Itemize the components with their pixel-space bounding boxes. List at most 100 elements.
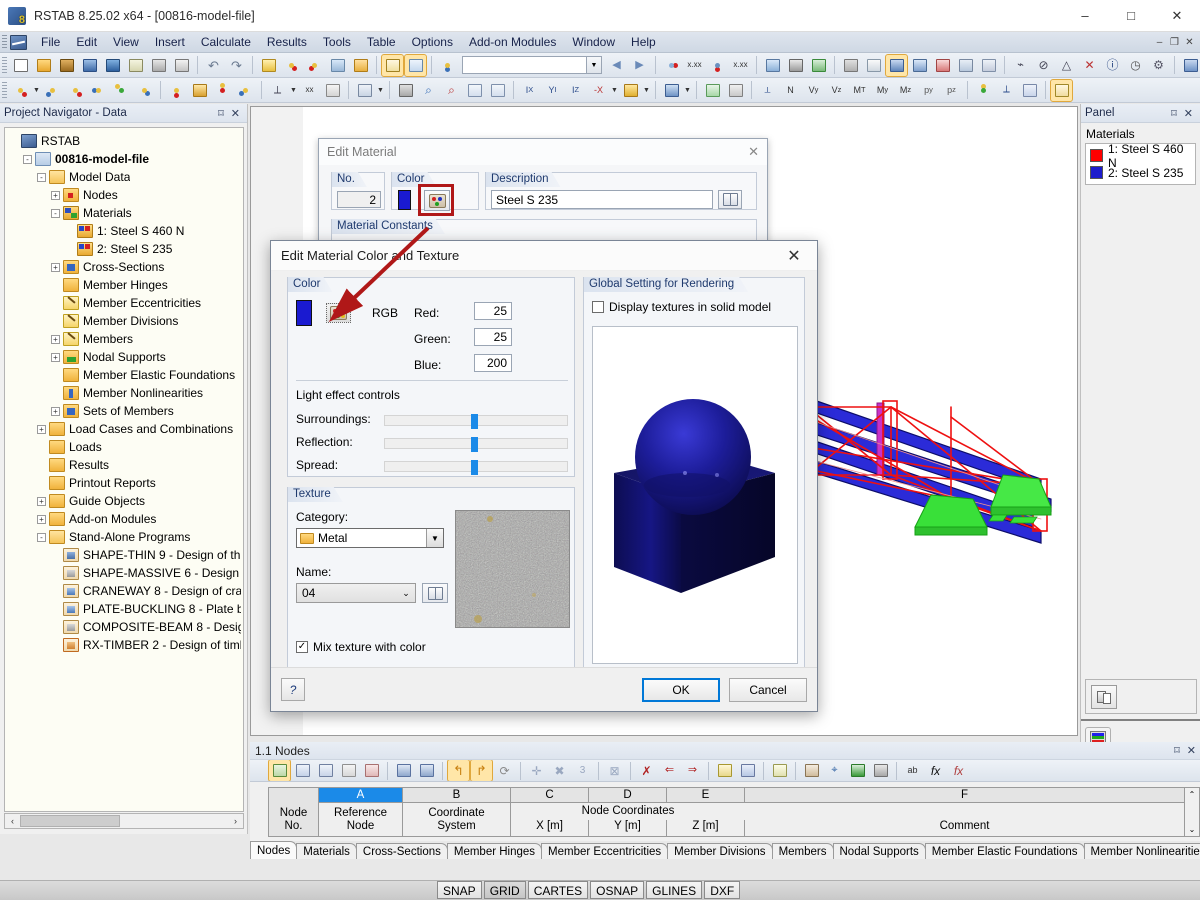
tree-item-00816-model-file[interactable]: -00816-model-file: [9, 150, 241, 168]
view-dropdown[interactable]: ▼: [610, 80, 619, 101]
menu-insert[interactable]: Insert: [147, 34, 193, 50]
table-renumber-icon[interactable]: 3: [572, 760, 593, 781]
status-button-grid[interactable]: GRID: [484, 881, 526, 899]
mdi-minimize-button[interactable]: –: [1153, 37, 1166, 48]
result-mz-icon[interactable]: Mz: [895, 80, 916, 101]
dimension-icon[interactable]: [661, 55, 682, 76]
support-reaction-icon[interactable]: ⟂: [267, 80, 288, 101]
tree-item-sets-of-members[interactable]: +Sets of Members: [9, 402, 241, 420]
table-refresh-icon[interactable]: ⟳: [494, 760, 515, 781]
table-tab-cross-sections[interactable]: Cross-Sections: [356, 843, 448, 859]
close-button[interactable]: ✕: [1154, 0, 1200, 32]
tree-item-member-hinges[interactable]: Member Hinges: [9, 276, 241, 294]
render-grid-icon[interactable]: [955, 55, 976, 76]
open-file-icon[interactable]: [33, 55, 54, 76]
new-node-icon[interactable]: [10, 80, 31, 101]
table-add-icon[interactable]: ✛: [526, 760, 547, 781]
table-edit-cell-icon[interactable]: [769, 760, 790, 781]
list-item[interactable]: 1: Steel S 460 N: [1088, 147, 1193, 164]
table-column-b[interactable]: B Coordinate System: [403, 788, 511, 836]
menu-window[interactable]: Window: [564, 34, 623, 50]
table-delete-icon[interactable]: ✗: [636, 760, 657, 781]
member-load-icon[interactable]: [189, 80, 210, 101]
tree-expander[interactable]: +: [37, 425, 46, 434]
rotate-view-icon[interactable]: [661, 80, 682, 101]
deformation-result-icon[interactable]: ⟂: [996, 80, 1017, 101]
table-tab-member-nonlinearities[interactable]: Member Nonlinearities: [1084, 843, 1200, 859]
tree-item-composite-beam-8-design[interactable]: COMPOSITE-BEAM 8 - Design: [9, 618, 241, 636]
tree-expander[interactable]: +: [51, 263, 60, 272]
result-n-icon[interactable]: N: [780, 80, 801, 101]
view-neg-x-icon[interactable]: -X: [588, 80, 609, 101]
dimension-vertical-icon[interactable]: x.xx: [684, 55, 705, 76]
measure-icon[interactable]: ⌁: [1010, 55, 1031, 76]
new-file-icon[interactable]: [10, 55, 31, 76]
tree-item-member-elastic-foundations[interactable]: Member Elastic Foundations: [9, 366, 241, 384]
spread-slider[interactable]: [384, 461, 568, 472]
column-b-letter[interactable]: B: [403, 788, 510, 803]
intersect-icon[interactable]: ✕: [1079, 55, 1100, 76]
tree-item-stand-alone-programs[interactable]: -Stand-Alone Programs: [9, 528, 241, 546]
dimension-radius-icon[interactable]: x.xx: [730, 55, 751, 76]
select-objects-icon[interactable]: [281, 55, 302, 76]
tree-item-load-cases-and-combinations[interactable]: +Load Cases and Combinations: [9, 420, 241, 438]
view-x-icon[interactable]: IX: [519, 80, 540, 101]
copy-layer-icon[interactable]: [350, 55, 371, 76]
print-preview-icon[interactable]: [171, 55, 192, 76]
table-close-icon[interactable]: ✕: [1187, 744, 1196, 757]
table-column-a[interactable]: A Reference Node: [319, 788, 403, 836]
edit-material-dialog[interactable]: Edit Material ✕ No. 2 Color Description …: [318, 138, 768, 248]
result-pz-icon[interactable]: pz: [941, 80, 962, 101]
table-delete-right-icon[interactable]: ⇒: [682, 760, 703, 781]
render-wireframe-icon[interactable]: [840, 55, 861, 76]
new-support-icon[interactable]: [111, 80, 132, 101]
view-iso-dropdown[interactable]: ▼: [642, 80, 651, 101]
table-vscrollbar[interactable]: ⌃ ⌄: [1184, 788, 1199, 836]
render-transparent-icon[interactable]: [909, 55, 930, 76]
table-tab-member-hinges[interactable]: Member Hinges: [447, 843, 542, 859]
material-library-button[interactable]: [718, 190, 742, 209]
tree-expander[interactable]: +: [51, 407, 60, 416]
table-remove-icon[interactable]: ✖: [549, 760, 570, 781]
menu-options[interactable]: Options: [404, 34, 461, 50]
zoom-in-icon[interactable]: ⌕: [418, 80, 439, 101]
tree-item-shape-massive-6-design-of[interactable]: SHAPE-MASSIVE 6 - Design of: [9, 564, 241, 582]
table-tab-nodal-supports[interactable]: Nodal Supports: [833, 843, 926, 859]
grid-view-icon[interactable]: [405, 55, 426, 76]
generate-icon[interactable]: [354, 80, 375, 101]
table-ab-icon[interactable]: ab: [902, 760, 923, 781]
menu-view[interactable]: View: [105, 34, 147, 50]
panel-pin-icon[interactable]: ⌑: [1171, 107, 1177, 120]
material-color-preview[interactable]: [398, 190, 411, 210]
table-filter-icon[interactable]: [338, 760, 359, 781]
tree-item-guide-objects[interactable]: +Guide Objects: [9, 492, 241, 510]
support-reaction-dropdown[interactable]: ▼: [289, 80, 298, 101]
display-navigator-icon[interactable]: [1051, 80, 1072, 101]
result-axial-icon[interactable]: ⟂: [757, 80, 778, 101]
mdi-close-button[interactable]: ✕: [1183, 37, 1196, 48]
undo-icon[interactable]: ↶: [203, 55, 224, 76]
panel-close-icon[interactable]: ✕: [1184, 107, 1193, 120]
mirror-icon[interactable]: ⊘: [1033, 55, 1054, 76]
status-button-osnap[interactable]: OSNAP: [590, 881, 644, 899]
tree-item-loads[interactable]: Loads: [9, 438, 241, 456]
texture-library-button[interactable]: [422, 583, 448, 603]
menu-results[interactable]: Results: [259, 34, 315, 50]
new-member-set-icon[interactable]: [88, 80, 109, 101]
tree-item-members[interactable]: +Members: [9, 330, 241, 348]
tree-item-member-divisions[interactable]: Member Divisions: [9, 312, 241, 330]
navigator-tree-panel[interactable]: RSTAB-00816-model-file-Model Data+Nodes-…: [4, 127, 244, 812]
table-delete-left-icon[interactable]: ⇐: [659, 760, 680, 781]
select-special-icon[interactable]: [304, 55, 325, 76]
column-e-letter[interactable]: E: [667, 788, 745, 803]
section-icon[interactable]: [702, 80, 723, 101]
view-z-icon[interactable]: IZ: [565, 80, 586, 101]
render-layer-icon[interactable]: [978, 55, 999, 76]
reflection-slider[interactable]: [384, 438, 568, 449]
table-sort-icon[interactable]: [315, 760, 336, 781]
edit-member-icon[interactable]: [258, 55, 279, 76]
mesh-icon[interactable]: [322, 80, 343, 101]
table-select-icon[interactable]: ⌖: [824, 760, 845, 781]
tree-item-2-steel-s-235[interactable]: 2: Steel S 235: [9, 240, 241, 258]
toolbar-grip-2[interactable]: [2, 82, 7, 99]
